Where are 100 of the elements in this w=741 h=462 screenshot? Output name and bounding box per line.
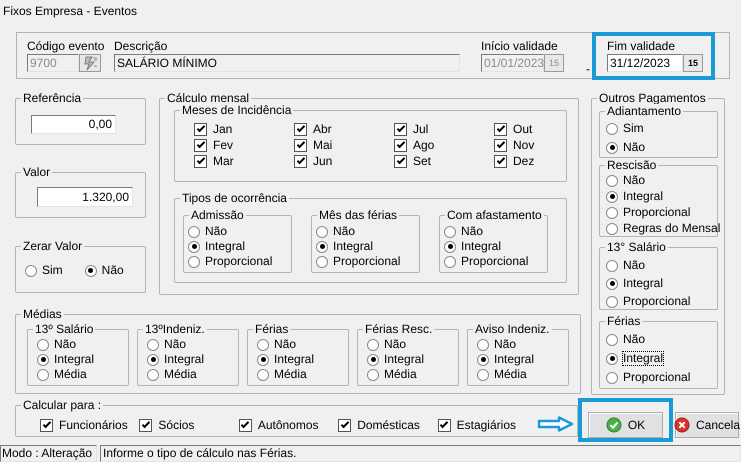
option-label[interactable]: Abr [313, 122, 332, 136]
option-label[interactable]: Média [384, 368, 417, 381]
option-label[interactable]: Integral [623, 277, 664, 290]
radio-button[interactable] [188, 256, 200, 268]
option-label[interactable]: Não [623, 333, 646, 346]
option-label[interactable]: Regras do Mensal [623, 222, 720, 235]
checkbox[interactable] [394, 122, 407, 136]
option-label[interactable]: Média [164, 368, 197, 381]
option-label[interactable]: Fev [213, 138, 234, 152]
option-label[interactable]: Integral [205, 240, 246, 253]
option-label[interactable]: Sim [623, 122, 644, 135]
radio-button[interactable] [444, 240, 456, 252]
option-label[interactable]: Mar [213, 154, 234, 168]
radio-button[interactable] [606, 206, 618, 218]
option-label[interactable]: Não [623, 141, 646, 154]
option-label[interactable]: Não [384, 338, 406, 351]
checkbox[interactable] [194, 154, 207, 168]
option-label[interactable]: Integral [384, 353, 424, 366]
option-label[interactable]: Jan [213, 122, 232, 136]
option-label[interactable]: Jun [313, 154, 332, 168]
checkbox[interactable] [338, 418, 352, 432]
option-label[interactable]: Domésticas [357, 418, 420, 432]
radio-button[interactable] [606, 372, 618, 384]
option-label[interactable]: Estagiários [456, 418, 516, 432]
option-label[interactable]: Integral [494, 353, 534, 366]
option-label[interactable]: Média [274, 368, 307, 381]
checkbox[interactable] [294, 122, 307, 136]
checkbox[interactable] [194, 122, 207, 136]
option-label[interactable]: Não [274, 338, 296, 351]
radio-button[interactable] [477, 338, 489, 350]
option-label[interactable]: Não [164, 338, 186, 351]
option-label[interactable]: Integral [461, 240, 502, 253]
option-label[interactable]: Integral [623, 352, 664, 365]
input-field[interactable]: 0,00 [31, 115, 116, 134]
radio-button[interactable] [25, 264, 37, 276]
option-label[interactable]: Não [623, 259, 646, 272]
radio-button[interactable] [316, 256, 328, 268]
option-label[interactable]: Autônomos [258, 418, 319, 432]
radio-button[interactable] [606, 260, 618, 272]
radio-button[interactable] [316, 240, 328, 252]
option-label[interactable]: Não [54, 338, 76, 351]
checkbox[interactable] [438, 418, 451, 432]
option-label[interactable]: Proporcional [205, 255, 272, 268]
radio-button[interactable] [257, 354, 269, 366]
radio-button[interactable] [37, 338, 49, 350]
option-label[interactable]: Integral [164, 353, 204, 366]
checkbox[interactable] [139, 418, 152, 432]
option-label[interactable]: Média [54, 368, 87, 381]
ok-button[interactable]: OK [588, 412, 663, 438]
checkbox[interactable] [494, 154, 507, 168]
checkbox[interactable] [494, 138, 507, 152]
radio-button[interactable] [37, 368, 49, 380]
option-label[interactable]: Sim [42, 264, 63, 277]
input-field[interactable]: 1.320,00 [37, 187, 133, 207]
option-label[interactable]: Mai [313, 138, 332, 152]
option-label[interactable]: Dez [513, 154, 534, 168]
option-label[interactable]: Integral [333, 240, 374, 253]
radio-button[interactable] [37, 354, 49, 366]
radio-button[interactable] [367, 338, 379, 350]
option-label[interactable]: Integral [623, 190, 664, 203]
radio-button[interactable] [606, 278, 618, 290]
radio-button[interactable] [606, 174, 618, 186]
option-label[interactable]: Proporcional [333, 255, 400, 268]
option-label[interactable]: Não [333, 225, 356, 238]
checkbox[interactable] [238, 418, 252, 432]
option-label[interactable]: Proporcional [623, 371, 690, 384]
option-label[interactable]: Funcionários [59, 418, 128, 432]
option-label[interactable]: Proporcional [623, 206, 690, 219]
radio-button[interactable] [444, 256, 456, 268]
radio-button[interactable] [147, 338, 159, 350]
option-label[interactable]: Jul [413, 122, 428, 136]
radio-button[interactable] [257, 338, 269, 350]
radio-button[interactable] [188, 226, 200, 238]
input-field[interactable]: SALÁRIO MÍNIMO [114, 54, 460, 72]
checkbox[interactable] [394, 138, 407, 152]
input-field[interactable]: 31/12/2023 [607, 54, 683, 72]
radio-button[interactable] [606, 122, 618, 134]
radio-button[interactable] [367, 368, 379, 380]
radio-button[interactable] [147, 354, 159, 366]
option-label[interactable]: Ago [413, 138, 434, 152]
checkbox[interactable] [194, 138, 207, 152]
checkbox[interactable] [294, 154, 307, 168]
radio-button[interactable] [606, 222, 618, 234]
checkbox[interactable] [494, 122, 507, 136]
option-label[interactable]: Proporcional [623, 295, 690, 308]
calendar-button[interactable]: 15 [683, 54, 703, 72]
option-label[interactable]: Integral [54, 353, 94, 366]
radio-button[interactable] [477, 368, 489, 380]
option-label[interactable]: Não [205, 225, 228, 238]
radio-button[interactable] [606, 296, 618, 308]
checkbox[interactable] [394, 154, 407, 168]
radio-button[interactable] [367, 354, 379, 366]
radio-button[interactable] [606, 334, 618, 346]
radio-button[interactable] [147, 368, 159, 380]
cancel-button[interactable]: Cancela [675, 412, 739, 438]
radio-button[interactable] [606, 190, 618, 202]
option-label[interactable]: Não [102, 264, 124, 277]
radio-button[interactable] [316, 226, 328, 238]
option-label[interactable]: Não [461, 225, 484, 238]
checkbox[interactable] [294, 138, 307, 152]
